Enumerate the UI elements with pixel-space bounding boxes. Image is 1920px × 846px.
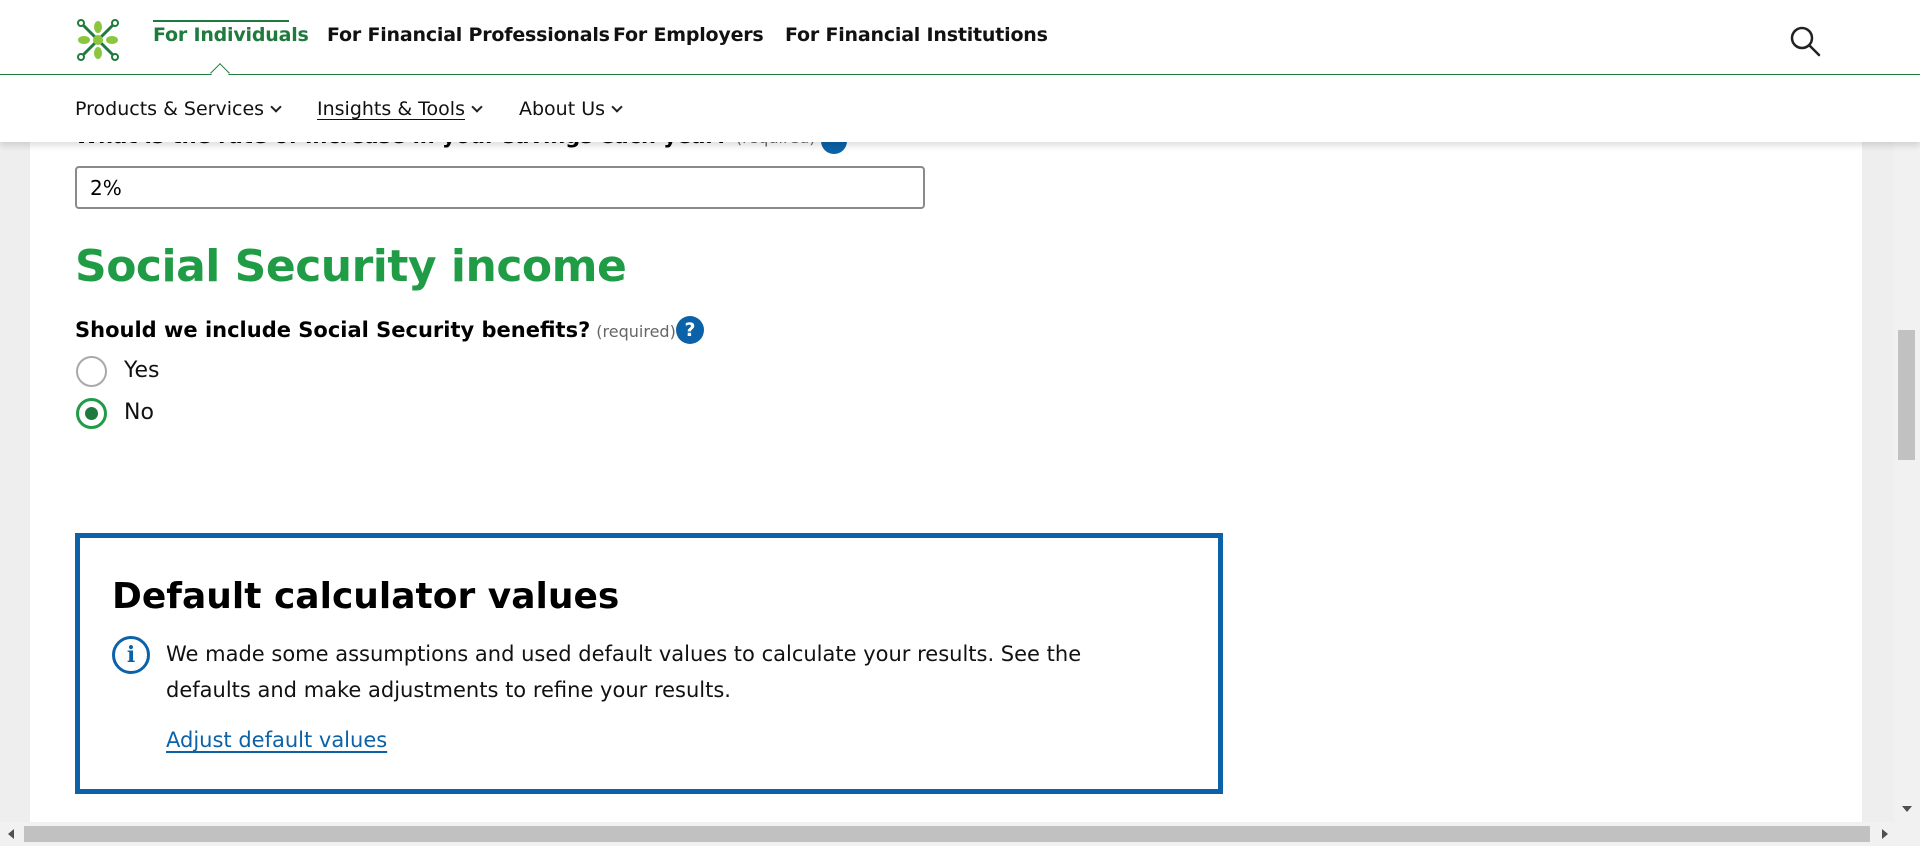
site-header: For Individuals For Financial Profession… bbox=[0, 0, 1920, 142]
radio-yes[interactable] bbox=[76, 356, 107, 387]
section-title: Social Security income bbox=[75, 241, 627, 292]
default-values-text: We made some assumptions and used defaul… bbox=[166, 642, 1082, 702]
default-values-title: Default calculator values bbox=[112, 576, 620, 617]
scroll-right-arrow-icon[interactable] bbox=[1882, 829, 1888, 839]
nav-for-individuals[interactable]: For Individuals bbox=[153, 24, 309, 46]
scroll-down-arrow-icon[interactable] bbox=[1902, 806, 1912, 812]
chevron-down-icon bbox=[611, 100, 623, 113]
active-tab-indicator bbox=[153, 20, 289, 22]
default-values-box: Default calculator values i We made some… bbox=[75, 533, 1223, 794]
radio-no-label[interactable]: No bbox=[124, 400, 154, 425]
adjust-default-values-link[interactable]: Adjust default values bbox=[166, 728, 387, 752]
savings-increase-input[interactable] bbox=[75, 166, 925, 209]
nav-for-employers[interactable]: For Employers bbox=[613, 24, 764, 46]
info-icon: i bbox=[112, 636, 150, 674]
chevron-down-icon bbox=[270, 100, 282, 113]
vertical-scroll-thumb[interactable] bbox=[1898, 330, 1915, 460]
scroll-left-arrow-icon[interactable] bbox=[8, 829, 14, 839]
subnav-products-services[interactable]: Products & Services bbox=[75, 98, 282, 120]
horizontal-scrollbar[interactable] bbox=[0, 822, 1920, 846]
search-icon[interactable] bbox=[1788, 24, 1822, 58]
chevron-down-icon bbox=[471, 100, 483, 113]
brand-logo-icon[interactable] bbox=[74, 18, 122, 62]
nav-for-financial-professionals[interactable]: For Financial Professionals bbox=[327, 24, 610, 46]
help-icon[interactable]: ? bbox=[676, 316, 704, 344]
radio-no[interactable] bbox=[76, 398, 107, 429]
subnav-about-us[interactable]: About Us bbox=[519, 98, 623, 120]
top-nav: For Individuals For Financial Profession… bbox=[0, 0, 1920, 75]
subnav-insights-tools[interactable]: Insights & Tools bbox=[317, 98, 483, 120]
horizontal-scroll-thumb[interactable] bbox=[24, 826, 1870, 842]
nav-for-financial-institutions[interactable]: For Financial Institutions bbox=[785, 24, 1048, 46]
social-security-question: Should we include Social Security benefi… bbox=[75, 318, 676, 342]
radio-yes-label[interactable]: Yes bbox=[124, 358, 160, 383]
